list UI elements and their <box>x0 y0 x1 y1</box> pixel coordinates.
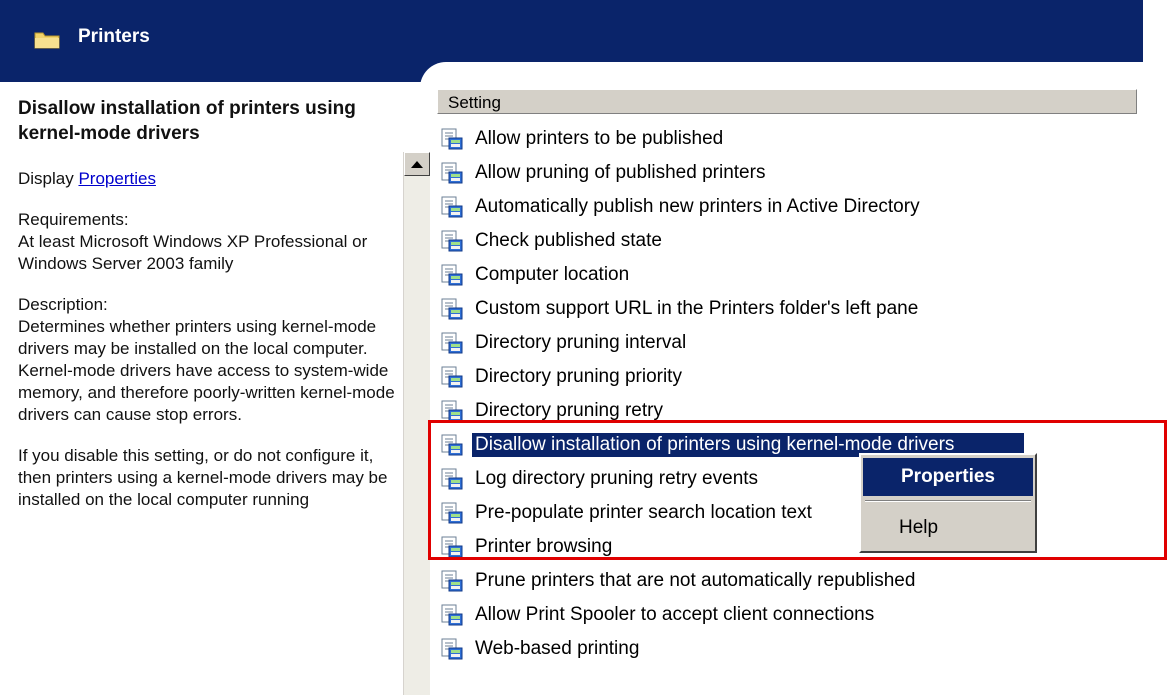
properties-link[interactable]: Properties <box>78 169 155 188</box>
display-line: Display Properties <box>18 168 403 190</box>
description: Description: Determines whether printers… <box>18 294 403 426</box>
requirements: Requirements: At least Microsoft Windows… <box>18 209 403 275</box>
list-item-label: Custom support URL in the Printers folde… <box>475 298 919 319</box>
list-item-label: Allow printers to be published <box>475 128 724 149</box>
disable-paragraph: If you disable this setting, or do not c… <box>18 446 388 509</box>
list-item[interactable]: Directory pruning interval <box>440 326 1140 360</box>
menu-item-help[interactable]: Help <box>863 509 1033 547</box>
highlight-frame <box>428 420 1167 560</box>
help-label: Help <box>899 517 939 538</box>
vertical-scrollbar[interactable] <box>403 152 430 695</box>
description-pane: Disallow installation of printers using … <box>18 96 403 530</box>
list-item[interactable]: Allow Print Spooler to accept client con… <box>440 598 1140 632</box>
policy-setting-icon <box>440 569 464 593</box>
list-item[interactable]: Check published state <box>440 224 1140 258</box>
list-item-label: Allow pruning of published printers <box>475 162 766 183</box>
policy-setting-icon <box>440 263 464 287</box>
header-bar: Printers <box>0 0 1143 102</box>
list-item[interactable]: Directory pruning priority <box>440 360 1140 394</box>
list-item[interactable]: Prune printers that are not automaticall… <box>440 564 1140 598</box>
description-text: Determines whether printers using kernel… <box>18 317 395 424</box>
list-item-label: Directory pruning interval <box>475 332 687 353</box>
list-item[interactable]: Allow printers to be published <box>440 122 1140 156</box>
context-menu: Properties Help <box>859 453 1037 553</box>
list-item-label: Directory pruning priority <box>475 366 682 387</box>
display-prefix: Display <box>18 169 79 188</box>
list-item-label: Prune printers that are not automaticall… <box>475 570 916 591</box>
list-item-label: Check published state <box>475 230 662 251</box>
folder-icon <box>34 32 60 49</box>
settings-list: Allow printers to be published Allow prun… <box>440 122 1140 666</box>
scroll-up-button[interactable] <box>404 152 430 176</box>
policy-title: Disallow installation of printers using … <box>18 98 356 144</box>
list-item-label: Allow Print Spooler to accept client con… <box>475 604 875 625</box>
list-item[interactable]: Web-based printing <box>440 632 1140 666</box>
properties-label: Properties <box>901 466 995 487</box>
policy-setting-icon <box>440 297 464 321</box>
requirements-label: Requirements: <box>18 210 129 229</box>
policy-setting-icon <box>440 603 464 627</box>
policy-setting-icon <box>440 637 464 661</box>
list-item[interactable]: Custom support URL in the Printers folde… <box>440 292 1140 326</box>
list-item-label: Computer location <box>475 264 630 285</box>
policy-setting-icon <box>440 331 464 355</box>
policy-setting-icon <box>440 161 464 185</box>
page-title: Printers <box>78 26 150 47</box>
column-header-setting[interactable]: Setting <box>437 89 1137 114</box>
arrow-up-icon <box>411 160 423 168</box>
list-item-label: Web-based printing <box>475 638 640 659</box>
policy-setting-icon <box>440 229 464 253</box>
requirements-text: At least Microsoft Windows XP Profession… <box>18 232 368 273</box>
policy-setting-icon <box>440 195 464 219</box>
list-item[interactable]: Computer location <box>440 258 1140 292</box>
menu-item-properties[interactable]: Properties <box>863 458 1033 496</box>
list-item[interactable]: Allow pruning of published printers <box>440 156 1140 190</box>
policy-setting-icon <box>440 365 464 389</box>
list-item-label: Automatically publish new printers in Ac… <box>475 196 920 217</box>
description-label: Description: <box>18 295 108 314</box>
menu-separator <box>865 500 1031 502</box>
list-item[interactable]: Automatically publish new printers in Ac… <box>440 190 1140 224</box>
policy-setting-icon <box>440 127 464 151</box>
